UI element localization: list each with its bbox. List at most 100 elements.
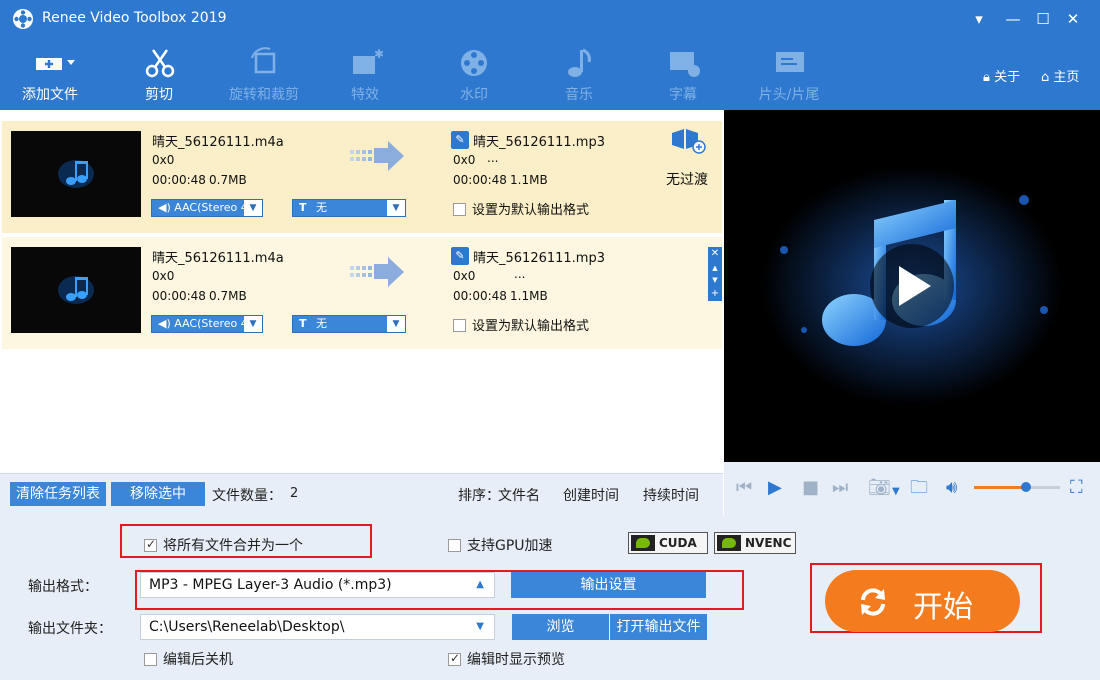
transition-label[interactable]: 无过渡 [666,169,708,189]
title-bar: Renee Video Toolbox 2019 ▾ — ☐ ✕ [0,0,1100,38]
svg-text:✱: ✱ [374,47,383,61]
nvenc-badge: NVENC [714,532,796,554]
source-resolution: 0x0 [152,269,175,283]
source-size: 0.7MB [209,173,247,187]
output-format-value: MP3 - MPEG Layer-3 Audio (*.mp3) [149,577,392,593]
transition-icon[interactable] [670,127,706,155]
audio-track-dropdown[interactable]: ◀︎) AAC(Stereo 4 ▼ [151,315,263,333]
move-down-icon[interactable]: ▼ [708,273,722,287]
music-note-icon [568,48,591,77]
checkbox[interactable] [144,537,157,552]
tool-intro-outro[interactable]: 片头/片尾 [744,38,834,110]
output-size: 1.1MB [510,173,548,187]
nvidia-logo-icon [717,535,741,551]
chevron-down-icon[interactable]: ▼ [892,482,900,502]
remove-selected-button[interactable]: 移除选中 [111,482,205,506]
subtitle-icon [670,52,700,77]
output-extra: ... [487,151,499,165]
sort-by-duration[interactable]: 持续时间 [643,485,699,505]
output-extra: ... [514,267,526,281]
camera-icon[interactable]: 📷︎ [868,478,891,498]
sort-by-created[interactable]: 创建时间 [563,485,619,505]
previous-icon[interactable]: ⏮︎ [736,478,752,498]
media-thumbnail [11,247,141,333]
checkbox[interactable] [448,539,461,552]
subtitle-dropdown[interactable]: T 无 ▼ [292,199,406,217]
checkbox[interactable] [448,651,461,666]
volume-icon[interactable]: 🔊︎ [946,478,957,498]
about-link[interactable]: 🔒︎ 关于 [983,66,1020,85]
tool-label: 旋转和裁剪 [229,87,299,103]
output-resolution: 0x0 [453,153,476,167]
checkbox[interactable] [453,319,466,332]
nvidia-logo-icon [631,535,655,551]
set-default-format-checkbox[interactable]: 设置为默认输出格式 [453,199,589,218]
minimize-icon[interactable]: — [1000,6,1026,32]
clear-list-button[interactable]: 清除任务列表 [10,482,106,506]
output-duration: 00:00:48 [453,173,507,187]
home-link[interactable]: ⌂ 主页 [1041,66,1079,85]
shutdown-after-edit-checkbox[interactable]: 编辑后关机 [144,649,233,669]
tool-rotate-crop[interactable]: 旋转和裁剪 [219,38,309,110]
start-button[interactable]: 开始 [825,570,1020,632]
close-icon[interactable]: ✕ [1060,6,1086,32]
set-default-format-checkbox[interactable]: 设置为默认输出格式 [453,315,589,334]
output-folder-value: C:\Users\Reneelab\Desktop\ [149,619,345,635]
volume-slider[interactable] [974,482,1060,492]
gpu-acceleration-label: 支持GPU加速 [467,538,553,554]
output-settings-button[interactable]: 输出设置 [511,572,706,598]
output-format-label: 输出格式： [28,579,98,595]
output-folder-select[interactable]: C:\Users\Reneelab\Desktop\ ▼ [140,614,495,640]
stop-icon[interactable]: ■ [802,478,819,498]
shutdown-after-edit-label: 编辑后关机 [163,652,233,668]
tool-label: 剪切 [145,87,173,103]
rotate-crop-icon [251,47,276,74]
tool-effects[interactable]: ✱ 特效 [320,38,410,110]
show-preview-checkbox[interactable]: 编辑时显示预览 [448,649,565,669]
convert-arrow-icon [350,257,404,287]
player-controls: ⏮︎ ▶ ■ ⏭︎ 📷︎ ▼ 🗀 🔊︎ ⛶ [724,462,1100,515]
remove-item-icon[interactable]: ✕ [708,247,722,261]
convert-arrow-icon [350,141,404,171]
subtitle-t-icon: T [299,201,307,214]
app-logo-icon [13,9,33,29]
browse-button[interactable]: 浏览 [512,614,609,640]
volume-handle[interactable] [1020,482,1031,492]
gpu-acceleration-checkbox[interactable]: 支持GPU加速 [448,535,553,555]
checkbox[interactable] [453,203,466,216]
tool-label: 水印 [460,87,488,103]
tool-subtitle[interactable]: 字幕 [638,38,728,110]
media-thumbnail [11,131,141,217]
maximize-icon[interactable]: ☐ [1030,6,1056,32]
source-duration: 00:00:48 [152,289,206,303]
menu-dropdown-icon[interactable]: ▾ [966,6,992,32]
tool-watermark[interactable]: 水印 [429,38,519,110]
folder-icon[interactable]: 🗀 [910,478,928,498]
lock-icon: 🔒︎ [983,70,990,85]
audio-track-dropdown[interactable]: ◀︎) AAC(Stereo 4 ▼ [151,199,263,217]
chevron-down-icon: ▼ [244,200,262,216]
edit-output-name-icon[interactable]: ✎ [451,131,469,149]
play-icon[interactable]: ▶ [768,478,782,498]
list-item[interactable]: 晴天_56126111.m4a 0x0 00:00:48 0.7MB ✎ 晴天_… [2,121,722,233]
sort-by-name[interactable]: 文件名 [498,485,540,505]
fullscreen-icon[interactable]: ⛶ [1070,478,1083,498]
open-output-folder-button[interactable]: 打开输出文件 [610,614,707,640]
merge-files-checkbox[interactable]: 将所有文件合并为一个 [144,535,303,555]
list-item[interactable]: 晴天_56126111.m4a 0x0 00:00:48 0.7MB ✎ 晴天_… [2,237,722,349]
subtitle-t-icon: T [299,317,307,330]
tool-music[interactable]: 音乐 [534,38,624,110]
audio-track-value: AAC(Stereo 4 [174,201,248,214]
tool-add-file[interactable]: 添加文件 [5,38,95,110]
output-duration: 00:00:48 [453,289,507,303]
edit-output-name-icon[interactable]: ✎ [451,247,469,265]
add-item-icon[interactable]: + [708,287,722,301]
checkbox[interactable] [144,653,157,666]
chevron-down-icon: ▼ [244,316,262,332]
tool-cut[interactable]: 剪切 [114,38,204,110]
subtitle-dropdown[interactable]: T 无 ▼ [292,315,406,333]
next-icon[interactable]: ⏭︎ [832,478,848,498]
output-format-select[interactable]: MP3 - MPEG Layer-3 Audio (*.mp3) ▲ [140,572,495,598]
music-note-icon [58,160,94,188]
intro-outro-icon [776,52,804,72]
